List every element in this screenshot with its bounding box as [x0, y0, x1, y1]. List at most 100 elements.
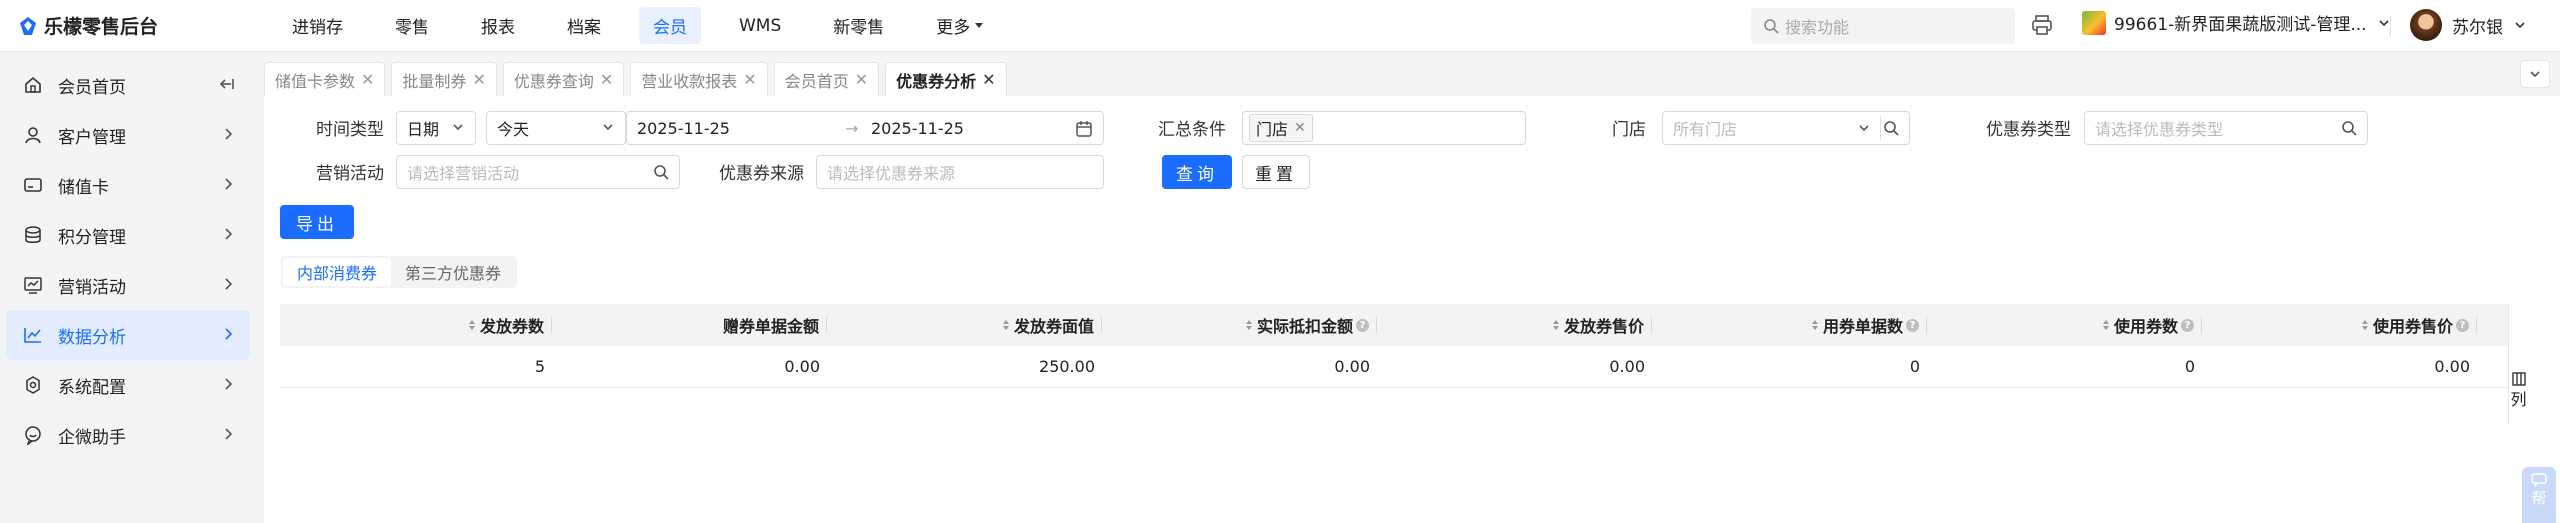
- activity-label: 营销活动: [316, 164, 384, 184]
- sidebar-item-2[interactable]: 储值卡: [6, 160, 250, 210]
- search-icon[interactable]: [1883, 120, 1899, 136]
- column-header[interactable]: 发放券数: [280, 304, 553, 346]
- printer-icon[interactable]: [2030, 13, 2054, 42]
- help-button[interactable]: 帮: [2522, 467, 2556, 523]
- column-settings-button[interactable]: 列: [2508, 304, 2528, 424]
- sort-icon[interactable]: [1552, 319, 1560, 331]
- page-tab-4[interactable]: 会员首页 ✕: [773, 62, 880, 96]
- nav-item-2[interactable]: 报表: [467, 7, 529, 44]
- close-icon[interactable]: ✕: [472, 70, 485, 89]
- sort-icon[interactable]: [1811, 319, 1819, 331]
- coupon-type-select[interactable]: 请选择优惠券类型: [2084, 111, 2368, 145]
- page-tab-3[interactable]: 营业收款报表 ✕: [630, 62, 768, 96]
- chevron-down-icon: [453, 124, 463, 131]
- sidebar-item-4[interactable]: 营销活动: [6, 260, 250, 310]
- summary-select[interactable]: 门店 ✕: [1242, 111, 1526, 145]
- coupon-kind-tab-0[interactable]: 内部消费券: [283, 258, 392, 286]
- date-end: 2025-11-25: [871, 118, 964, 138]
- user-icon: [22, 124, 44, 146]
- sidebar-item-5[interactable]: 数据分析: [6, 310, 250, 360]
- sidebar-item-6[interactable]: 系统配置: [6, 360, 250, 410]
- chevron-right-icon: [225, 378, 233, 390]
- reset-button[interactable]: 重置: [1242, 155, 1310, 189]
- date-range-picker[interactable]: 2025-11-25 → 2025-11-25: [626, 111, 1104, 145]
- coupon-kind-tab-1[interactable]: 第三方优惠券: [391, 258, 515, 286]
- nav-item-5[interactable]: WMS: [725, 10, 795, 42]
- close-icon[interactable]: ✕: [982, 70, 995, 89]
- user-menu[interactable]: 苏尔银: [2410, 9, 2527, 41]
- collapse-sidebar-icon[interactable]: [218, 75, 236, 93]
- search-icon: [2342, 121, 2357, 136]
- period-select[interactable]: 今天: [486, 111, 626, 145]
- search-icon: [654, 165, 669, 180]
- store-selector[interactable]: 99661-新界面果蔬版测试-管理...: [2082, 10, 2391, 35]
- app-logo[interactable]: 乐檬零售后台: [18, 12, 253, 39]
- nav-more-menu[interactable]: 更多: [922, 7, 998, 44]
- column-header[interactable]: 赠券单据金额: [553, 304, 828, 346]
- logo-icon: [20, 16, 36, 35]
- info-icon[interactable]: ?: [2456, 318, 2469, 332]
- sidebar-item-label: 储值卡: [58, 177, 109, 198]
- close-icon[interactable]: ✕: [600, 70, 613, 89]
- column-header-label: 发放券售价: [1563, 317, 1644, 336]
- column-header[interactable]: 实际抵扣金额?: [1103, 304, 1378, 346]
- page-tab-label: 储值卡参数: [275, 71, 356, 91]
- column-header[interactable]: 发放券售价: [1378, 304, 1653, 346]
- sidebar-item-0[interactable]: 会员首页: [6, 60, 250, 110]
- table-cell: 0.00: [1334, 357, 1370, 376]
- sidebar-item-3[interactable]: 积分管理: [6, 210, 250, 260]
- activity-select[interactable]: 请选择营销活动: [396, 155, 680, 189]
- table-header: 发放券数 赠券单据金额 发放券面值 实际抵扣金额? 发放券售价 用券单据数? 使用券数? 使用…: [280, 304, 2508, 346]
- nav-item-6[interactable]: 新零售: [819, 7, 898, 44]
- sort-icon[interactable]: [1002, 319, 1010, 331]
- nav-item-0[interactable]: 进销存: [278, 7, 357, 44]
- source-select[interactable]: 请选择优惠券来源: [816, 155, 1104, 189]
- table-row: 5 0.00 250.00 0.00 0.00 0 0 0.00: [280, 346, 2508, 388]
- page-tab-2[interactable]: 优惠券查询 ✕: [502, 62, 625, 96]
- column-header[interactable]: 使用券售价?: [2203, 304, 2478, 346]
- store-placeholder: 所有门店: [1673, 120, 1738, 139]
- sort-icon[interactable]: [2102, 319, 2110, 331]
- table-cell: 0.00: [2434, 357, 2470, 376]
- page-tab-1[interactable]: 批量制券 ✕: [391, 62, 497, 96]
- column-header[interactable]: 发放券面值: [828, 304, 1103, 346]
- page-tab-5[interactable]: 优惠券分析 ✕: [885, 62, 1007, 96]
- top-bar: 乐檬零售后台 进销存 零售 报表 档案 会员 WMS 新零售 更多 搜索功能 99661-新界…: [0, 0, 2560, 52]
- chevron-right-icon: [225, 128, 233, 140]
- export-button[interactable]: 导出: [280, 205, 354, 239]
- store-select[interactable]: 所有门店: [1662, 111, 1910, 145]
- info-icon[interactable]: ?: [2181, 318, 2194, 332]
- info-icon[interactable]: ?: [1906, 318, 1919, 332]
- column-header[interactable]: 用券单据数?: [1653, 304, 1928, 346]
- close-icon[interactable]: ✕: [855, 70, 868, 89]
- settings-icon: [22, 374, 44, 396]
- function-search-input[interactable]: 搜索功能: [1751, 8, 2015, 44]
- close-icon[interactable]: ✕: [743, 70, 756, 89]
- nav-item-1[interactable]: 零售: [381, 7, 443, 44]
- summary-chip[interactable]: 门店 ✕: [1249, 114, 1313, 142]
- tabs-collapse-button[interactable]: [2520, 60, 2550, 88]
- sort-icon[interactable]: [2361, 319, 2369, 331]
- help-chat-icon: [2531, 473, 2547, 487]
- close-icon[interactable]: ✕: [1294, 120, 1306, 136]
- sort-icon[interactable]: [468, 319, 476, 331]
- sidebar-item-7[interactable]: 企微助手: [6, 410, 250, 460]
- nav-item-3[interactable]: 档案: [553, 7, 615, 44]
- page-tab-label: 优惠券分析: [896, 71, 977, 91]
- sidebar-item-label: 会员首页: [58, 77, 126, 98]
- nav-item-4[interactable]: 会员: [639, 7, 701, 44]
- sidebar-item-1[interactable]: 客户管理: [6, 110, 250, 160]
- query-button[interactable]: 查询: [1162, 155, 1232, 189]
- sort-icon[interactable]: [1245, 319, 1253, 331]
- page-tab-label: 营业收款报表: [641, 71, 738, 91]
- chevron-down-icon: [2515, 22, 2525, 29]
- column-header-label: 实际抵扣金额: [1256, 317, 1353, 336]
- activity-placeholder: 请选择营销活动: [407, 164, 520, 183]
- info-icon[interactable]: ?: [1356, 318, 1369, 332]
- time-type-select[interactable]: 日期: [396, 111, 476, 145]
- column-header[interactable]: 使用券数?: [1928, 304, 2203, 346]
- page-tab-0[interactable]: 储值卡参数 ✕: [264, 62, 386, 96]
- column-header-label: 使用券数: [2113, 317, 2178, 336]
- column-header-label: 使用券售价: [2372, 317, 2453, 336]
- close-icon[interactable]: ✕: [361, 70, 374, 89]
